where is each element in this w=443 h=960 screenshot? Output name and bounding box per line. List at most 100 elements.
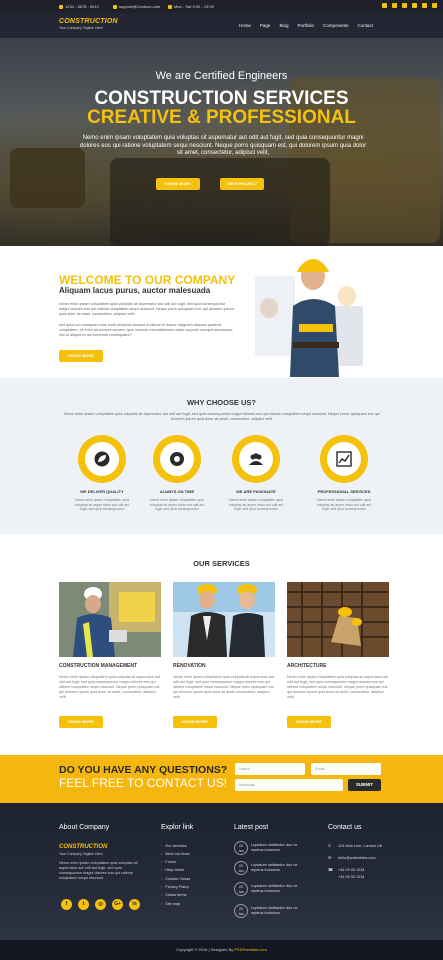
- post-date-badge: 20 Jan: [234, 861, 248, 875]
- copyright-bar: Copyright © 2016 | Designed By PSDFreebi…: [0, 940, 443, 960]
- service-3-know-more-button[interactable]: KNOW MORE: [287, 716, 331, 728]
- post-month: Jan: [238, 849, 244, 853]
- nav-item-portfolio[interactable]: Portfolio: [297, 23, 314, 28]
- email-input[interactable]: Email: [311, 763, 381, 775]
- post-month: Jan: [238, 890, 244, 894]
- phone-icon: ☎: [328, 867, 333, 872]
- feature-circle-4: [320, 435, 368, 483]
- footer-link-contact[interactable]: Contact Cekas: [161, 877, 190, 881]
- facebook-icon[interactable]: [382, 3, 387, 8]
- post-link[interactable]: Luptatum omittantur duo ne mpetus indoctu…: [251, 906, 297, 916]
- feature-circle-1: [78, 435, 126, 483]
- post-date-badge: 20 Jan: [234, 882, 248, 896]
- submit-button[interactable]: SUBMIT: [348, 779, 381, 791]
- service-image-construction: [59, 582, 161, 657]
- nav-item-blog[interactable]: Blog: [279, 23, 288, 28]
- contact-question: DO YOU HAVE ANY QUESTIONS?: [59, 764, 228, 776]
- hero-know-more-button[interactable]: KNOW MORE: [156, 178, 200, 190]
- hero-truck-left: [10, 148, 85, 208]
- leaf-icon: [94, 451, 110, 467]
- behance-icon[interactable]: [402, 3, 407, 8]
- nav-item-home[interactable]: Home: [239, 23, 251, 28]
- logo[interactable]: CONSTRUCTION Your Company Tagline Here: [59, 18, 118, 30]
- soccer-ball-icon: [170, 452, 184, 466]
- message-input[interactable]: Message: [235, 779, 343, 791]
- phone-text: 1234 - 5678 - 9012: [65, 4, 99, 9]
- footer-phone-1: +44 00 00 1234: [338, 868, 365, 872]
- contact-cta: FEEL FREE TO CONTACT US!: [59, 776, 228, 790]
- service-title-1: CONSTRUCTION MANAGEMENT: [59, 663, 138, 669]
- post-month: Jan: [238, 912, 244, 916]
- post-link[interactable]: Luptatum omittantur duo ne mpetus indoctu…: [251, 843, 297, 853]
- contact-band: DO YOU HAVE ANY QUESTIONS? FEEL FREE TO …: [0, 755, 443, 803]
- service-2-know-more-button[interactable]: KNOW MORE: [173, 716, 217, 728]
- footer-googleplus-icon[interactable]: G+: [112, 899, 123, 910]
- post-line-2: mpetus indoctum: [251, 848, 280, 852]
- footer-email[interactable]: hello@pxfreebies.com: [338, 856, 376, 860]
- clock-icon: [168, 4, 172, 9]
- footer-link-terms[interactable]: Cekas terms: [161, 893, 186, 897]
- post-date-badge: 20 Jan: [234, 841, 248, 855]
- footer-instagram-icon[interactable]: ◎: [95, 899, 106, 910]
- post-link[interactable]: Luptatum omittantur duo ne mpetus indoctu…: [251, 884, 297, 894]
- phone-icon: [59, 4, 63, 9]
- hero-view-project-button[interactable]: VIEW PROJECT: [220, 178, 264, 190]
- welcome-know-more-button[interactable]: KNOW MORE: [59, 350, 103, 362]
- post-line-2: mpetus indoctum: [251, 889, 280, 893]
- topbar-social: [382, 3, 437, 8]
- footer-link-sitemap[interactable]: Site map: [161, 902, 180, 906]
- footer-twitter-icon[interactable]: t: [78, 899, 89, 910]
- footer-logo-tagline: Your Company Tagline Here: [59, 852, 103, 856]
- hero-pretitle: We are Certified Engineers: [155, 70, 288, 82]
- welcome-title: WELCOME TO OUR COMPANY: [59, 273, 236, 287]
- nav-item-contact[interactable]: Contact: [357, 23, 373, 28]
- service-title-3: ARCHITECTURE: [287, 663, 327, 669]
- footer-link-help[interactable]: Help center: [161, 868, 184, 872]
- footer-link-privacy[interactable]: Privacy Policy: [161, 885, 189, 889]
- footer-link-forum[interactable]: Forum: [161, 860, 176, 864]
- footer-logo-title: CONSTRUCTION: [59, 844, 108, 850]
- linkedin-icon[interactable]: [422, 3, 427, 8]
- location-icon: ⚲: [328, 843, 331, 848]
- footer-facebook-icon[interactable]: f: [61, 899, 72, 910]
- name-input[interactable]: Name: [235, 763, 305, 775]
- youtube-icon[interactable]: [432, 3, 437, 8]
- why-intro: Nemo enim ipsam voluptatem quia voluptas…: [63, 412, 381, 421]
- welcome-paragraph-2: sed quia non numquam eius modi tempora i…: [59, 323, 234, 337]
- copyright-text: Copyright © 2016 | Designed By: [176, 947, 235, 952]
- team-icon: [249, 453, 263, 465]
- footer-link-team[interactable]: Meet our team: [161, 852, 189, 856]
- feature-title-4: PROFESSIONAL SERVICES: [317, 489, 371, 494]
- nav-item-components[interactable]: Components: [323, 23, 349, 28]
- welcome-paragraph-1: Nemo enim ipsam voluptatem quia voluptas…: [59, 302, 234, 316]
- service-1-know-more-button[interactable]: KNOW MORE: [59, 716, 103, 728]
- hero-text: Nemo enim ipsam voluptatem quia voluptas…: [79, 135, 367, 156]
- hero-subtitle: CREATIVE & PROFESSIONAL: [87, 107, 356, 128]
- hours-info: Mon - Sat 9:00 - 19:00: [168, 4, 214, 9]
- nav-item-page[interactable]: Page: [260, 23, 271, 28]
- footer-linkedin-icon[interactable]: in: [129, 899, 140, 910]
- copyright-link[interactable]: PSDFreebies.com: [234, 947, 266, 952]
- phone-info: 1234 - 5678 - 9012: [59, 4, 99, 9]
- main-nav: CONSTRUCTION Your Company Tagline Here H…: [0, 13, 443, 38]
- service-image-renovation: [173, 582, 275, 657]
- footer-posts-heading: Latest post: [234, 824, 269, 831]
- hero-truck-center: [110, 158, 330, 246]
- feature-text-4: Nemo enim ipsam voluptatem quia voluptas…: [316, 498, 372, 511]
- twitter-icon[interactable]: [392, 3, 397, 8]
- post-link[interactable]: Luptatum omittantur duo ne mpetus indoctu…: [251, 863, 297, 873]
- services-title: OUR SERVICES: [193, 559, 250, 568]
- service-text-3: Nemo enim ipsam voluptatem quia voluptas…: [287, 675, 389, 699]
- feature-title-3: WE ARE PASIONATE: [236, 489, 276, 494]
- feature-text-3: Nemo enim ipsam voluptatem quia voluptas…: [228, 498, 284, 511]
- vimeo-icon[interactable]: [412, 3, 417, 8]
- service-text-1: Nemo enim ipsam voluptatem quia voluptas…: [59, 675, 161, 699]
- mail-icon: [113, 4, 117, 9]
- service-text-2: Nemo enim ipsam voluptatem quia voluptas…: [173, 675, 275, 699]
- email-info[interactable]: support@Contruct.com: [113, 4, 160, 9]
- footer-about-heading: About Company: [59, 824, 110, 831]
- email-text[interactable]: support@Contruct.com: [119, 4, 160, 9]
- footer-about-text: Nemo enim ipsam voluptatem quia voluptas…: [59, 861, 138, 880]
- footer-address: 124 New Line, London UK: [338, 844, 383, 848]
- footer-link-services[interactable]: Our services: [161, 844, 186, 848]
